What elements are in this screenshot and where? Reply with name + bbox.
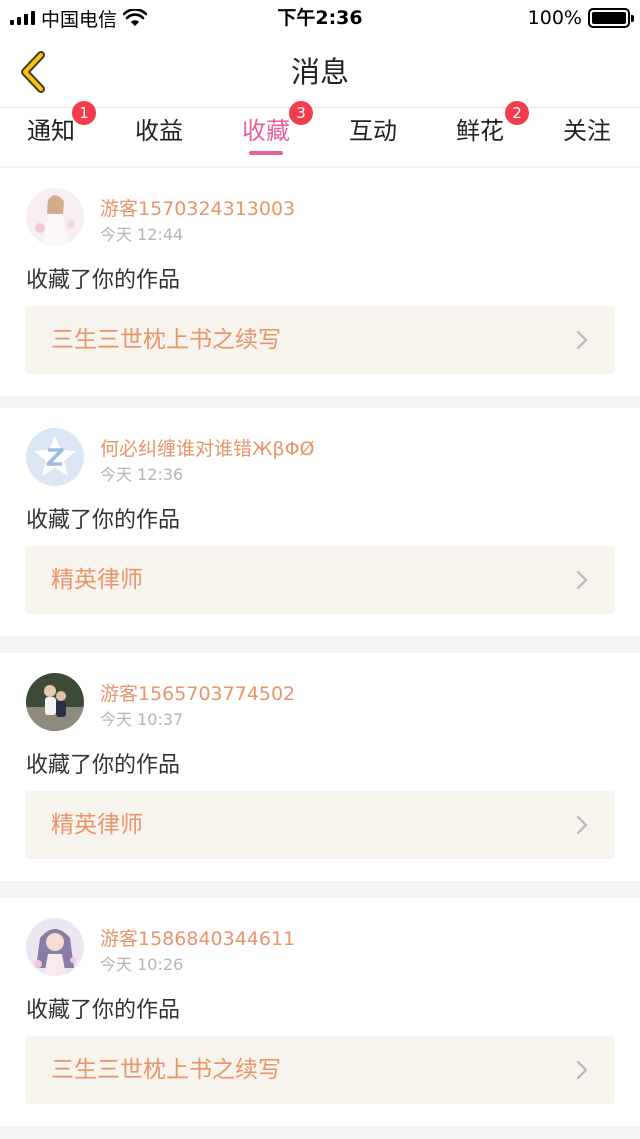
message-card: 游客1586840344611 今天 10:26 收藏了你的作品 三生三世枕上书… <box>0 898 640 1126</box>
tab-label: 收藏 <box>242 117 290 145</box>
message-card: 游客1565703774502 今天 10:37 收藏了你的作品 精英律师 <box>0 653 640 881</box>
chevron-right-icon <box>576 330 588 350</box>
timestamp: 今天 12:44 <box>100 225 184 244</box>
tab-label: 互动 <box>349 117 397 145</box>
wifi-icon <box>123 9 148 26</box>
battery-icon <box>588 8 634 28</box>
message-card: 游客1570324313003 今天 12:44 收藏了你的作品 三生三世枕上书… <box>0 168 640 396</box>
work-title: 精英律师 <box>51 812 143 838</box>
tab-label: 通知 <box>27 117 75 145</box>
username[interactable]: 何必纠缠谁对谁错ЖβΦØ <box>100 434 315 461</box>
unread-badge: 3 <box>289 101 313 125</box>
user-avatar-image <box>26 918 84 976</box>
action-text: 收藏了你的作品 <box>26 998 181 1023</box>
avatar[interactable] <box>26 188 84 246</box>
active-tab-indicator <box>249 151 283 155</box>
action-text: 收藏了你的作品 <box>26 753 181 778</box>
unread-badge: 1 <box>72 101 96 125</box>
chevron-right-icon <box>576 815 588 835</box>
username[interactable]: 游客1586840344611 <box>100 924 295 951</box>
tab-earnings[interactable]: 收益 <box>114 108 204 166</box>
signal-icon <box>10 11 35 25</box>
page-title: 消息 <box>290 55 349 89</box>
username[interactable]: 游客1565703774502 <box>100 679 295 706</box>
chevron-right-icon <box>576 1060 588 1080</box>
battery-percent: 100% <box>527 7 582 29</box>
tab-notifications[interactable]: 通知 1 <box>6 101 96 166</box>
unread-badge: 2 <box>505 101 529 125</box>
status-bar: 中国电信 下午2:36 100% <box>0 0 640 36</box>
tab-bar: 通知 1 收益 收藏 3 互动 鲜花 2 关注 <box>0 101 640 166</box>
work-title: 三生三世枕上书之续写 <box>51 1057 281 1083</box>
avatar[interactable] <box>26 428 84 486</box>
tab-label: 鲜花 <box>456 117 504 145</box>
username[interactable]: 游客1570324313003 <box>100 194 295 221</box>
action-text: 收藏了你的作品 <box>26 268 181 293</box>
status-left: 中国电信 <box>10 0 148 36</box>
user-avatar-image <box>26 188 84 246</box>
avatar[interactable] <box>26 673 84 731</box>
work-link[interactable]: 精英律师 <box>25 791 615 859</box>
work-title: 三生三世枕上书之续写 <box>51 327 281 353</box>
tab-label: 收益 <box>135 117 183 145</box>
action-text: 收藏了你的作品 <box>26 508 181 533</box>
tab-label: 关注 <box>563 117 611 145</box>
chevron-right-icon <box>576 570 588 590</box>
navigation-bar: 消息 <box>0 36 640 108</box>
carrier-label: 中国电信 <box>41 8 118 31</box>
default-avatar-icon <box>26 428 84 486</box>
status-right: 100% <box>527 0 634 36</box>
chevron-left-icon <box>21 51 45 93</box>
avatar[interactable] <box>26 918 84 976</box>
work-title: 精英律师 <box>51 567 143 593</box>
user-avatar-image <box>26 673 84 731</box>
work-link[interactable]: 三生三世枕上书之续写 <box>25 306 615 374</box>
work-link[interactable]: 精英律师 <box>25 546 615 614</box>
timestamp: 今天 12:36 <box>100 465 184 484</box>
tab-flowers[interactable]: 鲜花 2 <box>435 101 529 166</box>
tab-follows[interactable]: 关注 <box>542 108 632 166</box>
timestamp: 今天 10:37 <box>100 710 184 729</box>
tab-interactions[interactable]: 互动 <box>328 108 418 166</box>
back-button[interactable] <box>14 50 54 94</box>
message-card: 何必纠缠谁对谁错ЖβΦØ 今天 12:36 收藏了你的作品 精英律师 <box>0 408 640 636</box>
tab-favorites[interactable]: 收藏 3 <box>221 101 313 166</box>
work-link[interactable]: 三生三世枕上书之续写 <box>25 1036 615 1104</box>
timestamp: 今天 10:26 <box>100 955 184 974</box>
